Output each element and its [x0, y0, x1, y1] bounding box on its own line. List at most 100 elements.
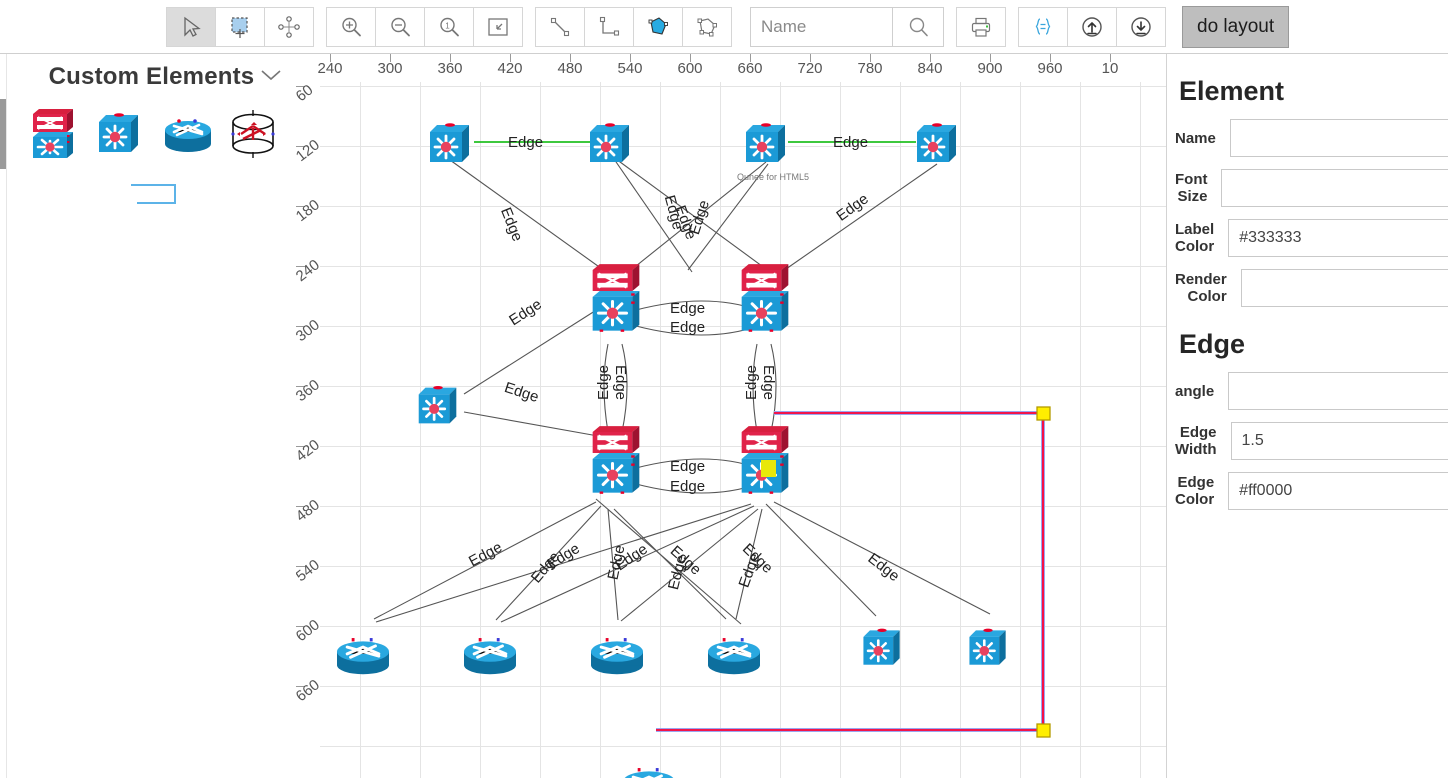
node-switch-left[interactable]: [413, 379, 463, 438]
ruler-label: 240: [296, 256, 323, 286]
zoom-one-icon: 1: [440, 17, 459, 36]
zoom-in-icon: [342, 17, 361, 36]
node-switch-top-1[interactable]: [424, 116, 476, 177]
selected-edge: [656, 406, 1051, 738]
chassis-switch-icon: [33, 109, 73, 158]
polyline-tool[interactable]: [682, 6, 732, 47]
palette-item-router[interactable]: [161, 106, 213, 162]
edge-color-input[interactable]: [1229, 473, 1448, 509]
edge-label: Edge: [612, 364, 630, 401]
zoom-reset-tool[interactable]: 1: [424, 6, 474, 47]
zoom-in-tool[interactable]: [326, 6, 376, 47]
canvas-watermark: Qunee for HTML5: [737, 172, 810, 182]
ruler-label: 780: [857, 60, 883, 77]
palette-item-atm-switch[interactable]: [227, 106, 279, 162]
element-label-color-field[interactable]: [1228, 219, 1448, 257]
node-switch-bot-2[interactable]: [964, 622, 1012, 679]
palette-list: [7, 100, 296, 162]
element-font-size-input[interactable]: [1222, 170, 1448, 206]
workgroup-switch-icon: [99, 113, 138, 152]
bracket-shape-icon: [131, 184, 176, 204]
search-area: [750, 6, 944, 47]
inspector-row: Edge Width: [1175, 422, 1448, 460]
palette-item-chassis-switch[interactable]: [29, 106, 81, 162]
ruler-left: 60 120 180 240 300 360 420 480 540 600 660: [296, 54, 323, 778]
edge-endpoint-marker[interactable]: [761, 460, 776, 477]
ruler-label: 360: [296, 376, 323, 406]
ruler-label: 600: [677, 60, 703, 77]
ruler-label: 660: [737, 60, 763, 77]
pan-tool[interactable]: [264, 6, 314, 47]
ruler-label: 660: [296, 676, 323, 706]
ruler-label: 420: [296, 436, 323, 466]
zoom-out-icon: [391, 17, 410, 36]
custom-elements-panel: Custom Elements: [0, 54, 297, 778]
upload-button[interactable]: [1067, 6, 1117, 47]
inspector-row: Render Color: [1175, 269, 1448, 307]
ruler-label: 900: [977, 60, 1003, 77]
node-switch-top-2[interactable]: [584, 116, 636, 177]
node-core-3[interactable]: [588, 422, 644, 517]
node-router-bottom[interactable]: [618, 759, 680, 778]
marquee-select-tool[interactable]: [215, 6, 265, 47]
ruler-top: 240 300 360 420 480 540 600 660 720 780 840 900 960 1…: [296, 54, 1166, 82]
element-label-color-input[interactable]: [1229, 220, 1448, 256]
node-router-2[interactable]: [459, 629, 521, 686]
inspector-edge-title: Edge: [1179, 329, 1246, 359]
node-router-3[interactable]: [586, 629, 648, 686]
node-switch-top-4[interactable]: [911, 116, 963, 177]
fit-to-window-tool[interactable]: [473, 6, 523, 47]
node-core-2[interactable]: [737, 260, 793, 355]
straight-edge-tool[interactable]: [535, 6, 585, 47]
node-router-1[interactable]: [332, 629, 394, 686]
edge-angle-input[interactable]: [1229, 373, 1448, 409]
search-button[interactable]: [892, 6, 944, 47]
inspector-row: Font Size: [1175, 169, 1448, 207]
inspector-row: Label Color: [1175, 219, 1448, 257]
edge-width-input[interactable]: [1231, 423, 1448, 459]
element-name-input[interactable]: [1230, 120, 1448, 156]
palette-item-workgroup-switch[interactable]: [95, 106, 147, 162]
inspector-row: Edge Color: [1175, 472, 1448, 510]
toolbar-group-print: [956, 6, 1006, 47]
inspector-panel: Element Name Font Size Label Color Rend: [1166, 54, 1448, 778]
element-render-color-input[interactable]: [1241, 270, 1448, 306]
edge-label: Edge: [833, 134, 869, 151]
node-core-1[interactable]: [588, 260, 644, 355]
element-font-size-field[interactable]: [1221, 169, 1448, 207]
zoom-out-tool[interactable]: [375, 6, 425, 47]
element-font-size-label: Font Size: [1175, 171, 1208, 205]
network-topology-editor: 1 Name do layout Custom Elements Edge Ed…: [0, 0, 1448, 778]
ruler-label: 120: [296, 136, 323, 166]
orthogonal-edge-tool[interactable]: [584, 6, 634, 47]
element-render-color-field[interactable]: [1240, 269, 1448, 307]
edge-angle-field[interactable]: [1228, 372, 1448, 410]
ruler-label: 360: [437, 60, 463, 77]
element-name-field[interactable]: [1229, 119, 1448, 157]
collapse-panel-button[interactable]: [260, 68, 282, 82]
edge-color-field[interactable]: [1228, 472, 1448, 510]
edge-width-field[interactable]: [1230, 422, 1448, 460]
node-switch-bot-1[interactable]: [858, 622, 906, 679]
printer-icon: [971, 17, 991, 37]
palette-item-bracket[interactable]: [129, 182, 179, 206]
edge-width-label: Edge Width: [1175, 424, 1217, 458]
diagram-canvas[interactable]: Edge Edge Edge Edge Edge Edge Edge Edge …: [296, 54, 1166, 778]
do-layout-button[interactable]: do layout: [1182, 5, 1290, 48]
node-core-4[interactable]: [737, 422, 793, 517]
node-router-4[interactable]: [703, 629, 765, 686]
element-label-color-label: Label Color: [1175, 221, 1215, 255]
cursor-arrow-icon: [184, 16, 201, 37]
ruler-label: 300: [377, 60, 403, 77]
json-button[interactable]: [1018, 6, 1068, 47]
select-tool[interactable]: [166, 6, 216, 47]
toolbar-group-draw: [535, 6, 732, 47]
ruler-label: 960: [1037, 60, 1063, 77]
print-button[interactable]: [956, 6, 1006, 47]
edge-label: Edge: [670, 319, 706, 336]
search-input[interactable]: [750, 6, 892, 47]
polygon-tool[interactable]: [633, 6, 683, 47]
element-render-color-label: Render Color: [1175, 271, 1227, 305]
node-switch-top-3[interactable]: [740, 116, 792, 177]
download-button[interactable]: [1116, 6, 1166, 47]
